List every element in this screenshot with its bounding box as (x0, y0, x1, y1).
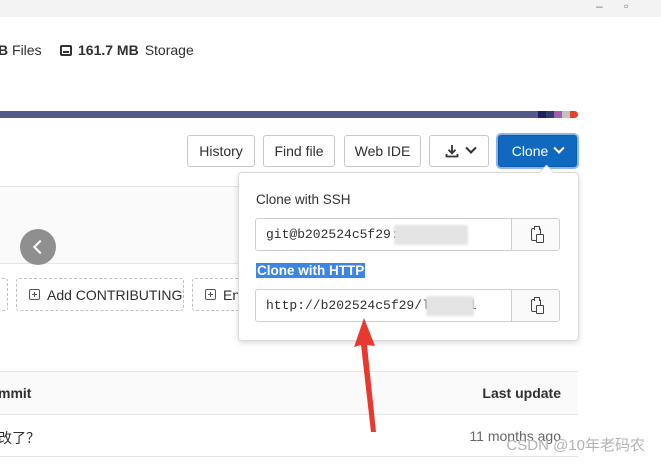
annotation-arrow (354, 318, 376, 432)
watermark: CSDN @10年老码农 (506, 437, 645, 454)
red-arrow-icon (354, 318, 376, 432)
